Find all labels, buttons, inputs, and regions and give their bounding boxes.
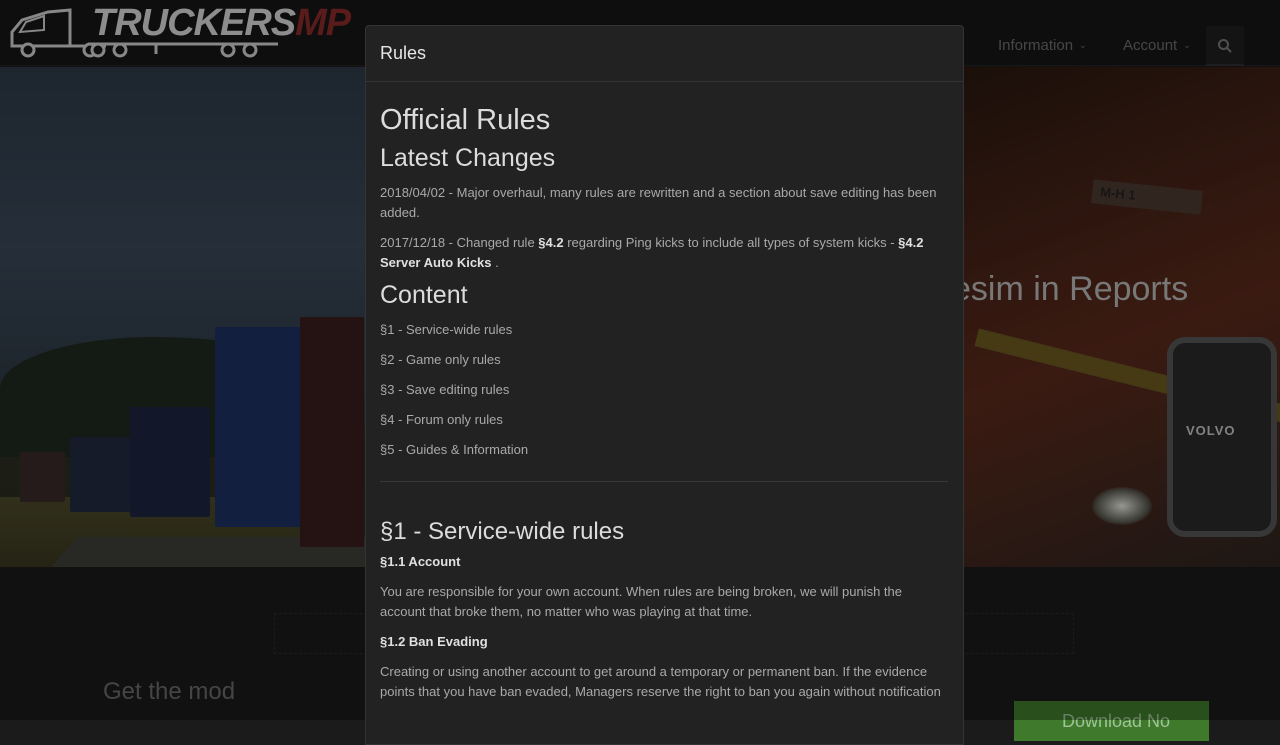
change-entry-text: regarding Ping kicks to include all type… [563,235,899,250]
toc-link[interactable]: §3 - Save editing rules [380,380,948,400]
change-entry-text: 2017/12/18 - Changed rule [380,235,539,250]
rule-text: You are responsible for your own account… [380,584,902,619]
page-title: Official Rules [380,104,551,136]
section-heading: §1 - Service-wide rules [380,518,625,545]
change-entry-text: . [491,255,499,270]
change-entry: 2018/04/02 - Major overhaul, many rules … [380,185,937,220]
rule-text: Creating or using another account to get… [380,664,941,699]
modal-title: Rules [380,43,427,63]
toc-link[interactable]: §1 - Service-wide rules [380,320,948,340]
rule-link[interactable]: §4.2 [538,235,563,250]
content-heading: Content [380,281,468,309]
latest-changes-heading: Latest Changes [380,144,556,172]
divider [380,481,948,482]
modal-header: Rules [366,26,963,82]
modal-body[interactable]: Official Rules Latest Changes 2018/04/02… [366,102,963,702]
toc-link[interactable]: §2 - Game only rules [380,350,948,370]
rule-title: §1.2 Ban Evading [380,634,488,649]
toc-link[interactable]: §5 - Guides & Information [380,440,948,460]
rules-modal: Rules Official Rules Latest Changes 2018… [365,25,964,745]
toc-link[interactable]: §4 - Forum only rules [380,410,948,430]
rule-title: §1.1 Account [380,554,461,569]
change-entry: 2017/12/18 - Changed rule §4.2 regarding… [380,233,948,273]
